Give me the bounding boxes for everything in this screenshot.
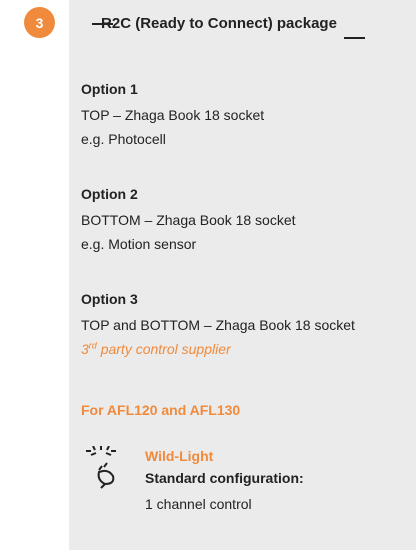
header-rule-right: [344, 37, 365, 39]
note-rest: party control supplier: [96, 341, 231, 357]
compatibility-label: For AFL120 and AFL130: [81, 402, 241, 418]
option-location: BOTTOM – Zhaga Book 18 socket: [81, 212, 296, 228]
note-prefix: 3: [81, 341, 89, 357]
third-party-note: 3rd party control supplier: [81, 337, 416, 361]
step-number: 3: [35, 14, 44, 31]
option-example: e.g. Motion sensor: [81, 236, 197, 252]
option-3: Option 3 TOP and BOTTOM – Zhaga Book 18 …: [81, 290, 416, 361]
option-title: Option 1: [81, 81, 138, 97]
option-title: Option 3: [81, 291, 138, 307]
option-location: TOP and BOTTOM – Zhaga Book 18 socket: [81, 317, 355, 333]
standard-config-label: Standard configuration:: [145, 470, 304, 486]
wild-light-title: Wild-Light: [145, 448, 214, 464]
option-location: TOP – Zhaga Book 18 socket: [81, 107, 265, 123]
page: 3 R2C (Ready to Connect) package Option …: [0, 0, 416, 550]
r2c-package-panel: R2C (Ready to Connect) package Option 1 …: [69, 0, 416, 550]
step-number-badge: 3: [24, 7, 55, 38]
note-superscript: rd: [88, 340, 97, 351]
wild-light-icon: [86, 446, 116, 489]
option-title: Option 2: [81, 186, 138, 202]
option-example: e.g. Photocell: [81, 131, 166, 147]
panel-title: R2C (Ready to Connect) package: [101, 15, 337, 32]
option-2: Option 2 BOTTOM – Zhaga Book 18 socket e…: [81, 185, 416, 256]
channel-control-value: 1 channel control: [145, 496, 252, 512]
option-1: Option 1 TOP – Zhaga Book 18 socket e.g.…: [81, 80, 416, 151]
